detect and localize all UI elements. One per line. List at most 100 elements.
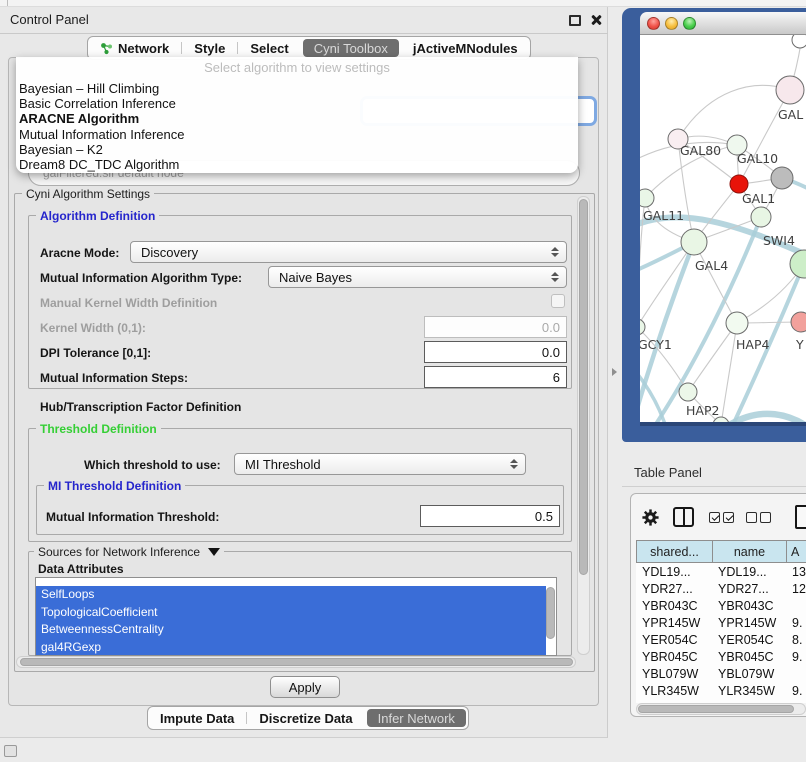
hub-definition-label[interactable]: Hub/Transcription Factor Definition	[40, 400, 241, 414]
column-header-shared-name[interactable]: shared...	[636, 540, 712, 563]
tab-cyni-toolbox[interactable]: Cyni Toolbox	[303, 39, 399, 57]
tab-label: Select	[250, 41, 288, 56]
dropdown-item[interactable]: Bayesian – K2	[19, 142, 575, 157]
collapsed-panel-icon[interactable]	[4, 745, 17, 757]
network-node[interactable]	[792, 35, 806, 48]
mi-steps-input[interactable]: 6	[424, 366, 567, 388]
settings-hscroll-thumb[interactable]	[20, 658, 573, 666]
tab-discretize-data[interactable]: Discretize Data	[247, 707, 364, 729]
sources-group-title[interactable]: Sources for Network Inference	[34, 545, 224, 559]
mi-type-value: Naive Bayes	[279, 270, 352, 285]
table-row[interactable]: YDL19...YDL19...13	[636, 563, 806, 580]
tab-select[interactable]: Select	[238, 37, 300, 59]
export-table-icon[interactable]	[795, 505, 806, 529]
table-cell: YBR045C	[712, 650, 786, 664]
attribute-list-item[interactable]: BetweennessCentrality	[36, 621, 546, 639]
mi-threshold-group-title: MI Threshold Definition	[44, 479, 185, 493]
network-node[interactable]	[681, 229, 707, 255]
tab-style[interactable]: Style	[182, 37, 237, 59]
gear-icon[interactable]	[641, 508, 660, 527]
dropdown-item[interactable]: Mutual Information Inference	[19, 127, 575, 142]
table-cell: 9.	[786, 650, 806, 664]
network-node[interactable]	[640, 189, 654, 207]
dropdown-item[interactable]: Dream8 DC_TDC Algorithm	[19, 157, 575, 172]
control-panel-title: Control Panel	[10, 12, 89, 27]
table-cell: YBR045C	[636, 650, 712, 664]
network-node[interactable]	[771, 167, 793, 189]
network-node-label: SWI4	[763, 233, 795, 248]
mi-threshold-label: Mutual Information Threshold:	[46, 510, 219, 524]
table-row[interactable]: YBR043CYBR043C	[636, 597, 806, 614]
network-node-label: GAL10	[737, 151, 778, 166]
network-edge	[678, 85, 790, 139]
dpi-tolerance-input[interactable]: 0.0	[424, 341, 567, 363]
show-columns-icon[interactable]	[673, 507, 694, 527]
table-cell: YBL079W	[636, 667, 712, 681]
network-node[interactable]	[679, 383, 697, 401]
network-window-titlebar[interactable]	[640, 12, 806, 35]
network-node[interactable]	[726, 312, 748, 334]
table-cell: 8.	[786, 633, 806, 647]
table-row[interactable]: YER054CYER054C8.	[636, 631, 806, 648]
attr-list-scrollbar[interactable]	[546, 587, 555, 639]
network-node[interactable]	[640, 319, 645, 335]
tab-infer-network[interactable]: Infer Network	[367, 709, 466, 727]
attribute-list-item[interactable]: TopologicalCoefficient	[36, 604, 546, 622]
kernel-width-input[interactable]: 0.0	[424, 316, 567, 338]
which-threshold-combo[interactable]: MI Threshold	[234, 453, 526, 475]
close-icon[interactable]	[589, 13, 603, 27]
sources-title-text: Sources for Network Inference	[38, 545, 200, 559]
tab-label: Cyni Toolbox	[314, 41, 388, 56]
dropdown-item[interactable]: Basic Correlation Inference	[19, 96, 575, 111]
settings-vscroll-thumb[interactable]	[579, 199, 588, 575]
network-node-label: GAL80	[680, 143, 721, 158]
network-canvas[interactable]: GALGAL80GAL10GAL11GAL1SWI4GAL4GCY1HAP4YH…	[640, 35, 806, 422]
select-all-checks-icon[interactable]	[709, 512, 734, 523]
tab-jactivemnodules[interactable]: jActiveMNodules	[401, 37, 530, 59]
network-node-label: GAL4	[695, 258, 728, 273]
table-row[interactable]: YBR045CYBR045C9.	[636, 648, 806, 665]
close-traffic-light-icon[interactable]	[647, 17, 660, 30]
minimize-traffic-light-icon[interactable]	[665, 17, 678, 30]
mi-type-combo[interactable]: Naive Bayes	[268, 266, 567, 288]
mi-threshold-input[interactable]: 0.5	[420, 505, 560, 527]
table-row[interactable]: YPR145WYPR145W9.	[636, 614, 806, 631]
attribute-list-item[interactable]: SelfLoops	[36, 586, 546, 604]
table-cell: YPR145W	[712, 616, 786, 630]
app-root: Control Panel NetworkStyle Select Cyni Too…	[0, 0, 806, 762]
network-node-label: HAP2	[686, 403, 719, 418]
table-hscroll-thumb[interactable]	[638, 705, 794, 713]
attribute-list-item[interactable]: gal4RGexp	[36, 639, 546, 657]
table-cell: 13	[786, 565, 806, 579]
tab-label: Discretize Data	[259, 711, 352, 726]
tab-impute-data[interactable]: Impute Data	[148, 707, 246, 729]
collapse-down-icon[interactable]	[208, 548, 220, 556]
network-node[interactable]	[751, 207, 771, 227]
zoom-traffic-light-icon[interactable]	[683, 17, 696, 30]
table-row[interactable]: YDR27...YDR27...12	[636, 580, 806, 597]
manual-kernel-checkbox[interactable]	[551, 294, 565, 308]
network-edge	[694, 242, 737, 323]
splitter-handle-icon[interactable]	[612, 368, 617, 376]
network-icon	[100, 42, 113, 55]
apply-button[interactable]: Apply	[270, 676, 340, 698]
tab-network[interactable]: Network	[88, 37, 181, 59]
dropdown-item[interactable]: Bayesian – Hill Climbing	[19, 81, 575, 96]
network-node[interactable]	[791, 312, 806, 332]
table-row[interactable]: YLR345WYLR345W9.	[636, 682, 806, 699]
settings-group-title: Cyni Algorithm Settings	[22, 187, 154, 201]
aracne-mode-combo[interactable]: Discovery	[130, 241, 567, 263]
data-attributes-list[interactable]: SelfLoopsTopologicalCoefficientBetweenne…	[35, 577, 557, 656]
float-window-icon[interactable]	[569, 15, 581, 26]
table-row[interactable]: YBL079WYBL079W	[636, 665, 806, 682]
table-cell: YER054C	[636, 633, 712, 647]
table-cell: YLR345W	[636, 684, 712, 698]
table-cell: YBR043C	[636, 599, 712, 613]
network-node[interactable]	[776, 76, 804, 104]
column-header-name[interactable]: name	[712, 540, 786, 563]
network-node[interactable]	[790, 250, 806, 278]
dropdown-item[interactable]: ARACNE Algorithm	[19, 111, 575, 126]
column-header-partial[interactable]: A	[786, 540, 806, 563]
bottom-tab-bar: Impute Data Discretize Data Infer Network	[147, 706, 469, 730]
deselect-all-checks-icon[interactable]	[746, 512, 771, 523]
